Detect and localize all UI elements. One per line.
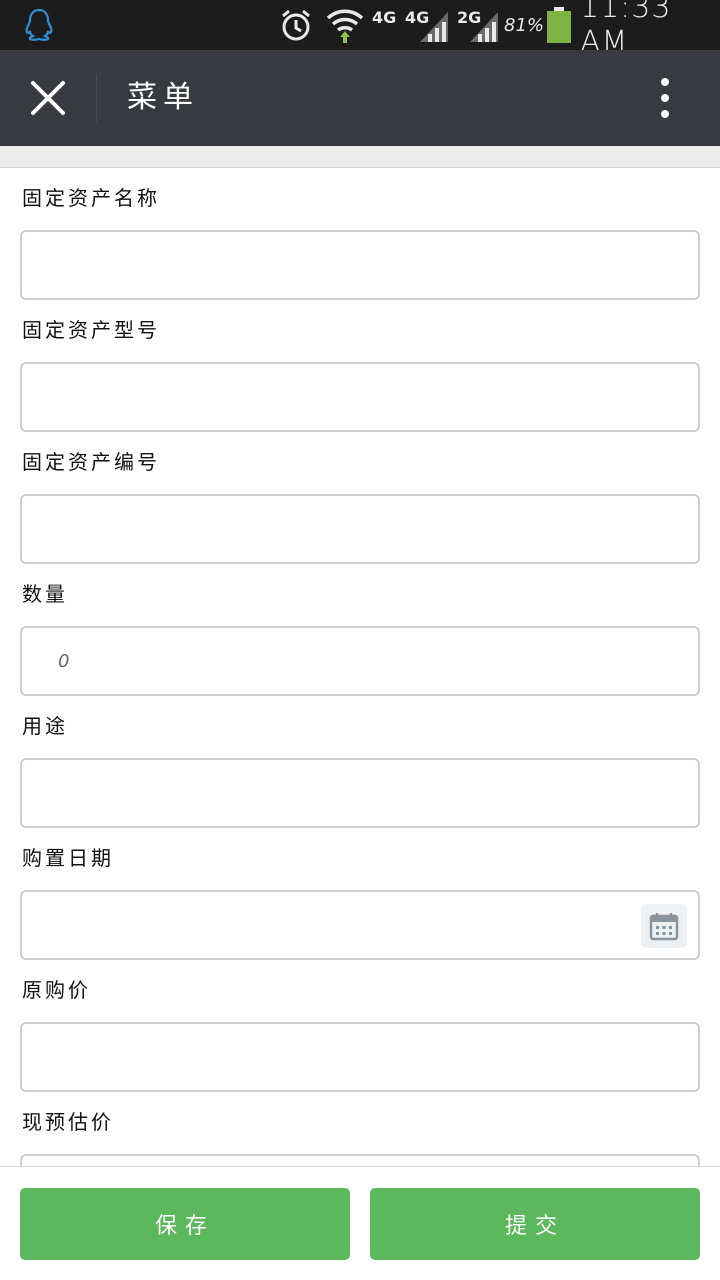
asset-model-input[interactable] bbox=[20, 362, 700, 432]
battery-percentage: 81% bbox=[504, 14, 545, 36]
field-label: 购置日期 bbox=[22, 846, 114, 870]
status-bar: 4G 4G 2G 81% 11:33 AM bbox=[0, 0, 720, 60]
status-clock: 11:33 AM bbox=[580, 0, 672, 60]
asset-form: 固定资产名称 固定资产型号 固定资产编号 数量 用途 购置日期 原购价 现预估价 bbox=[0, 168, 720, 1166]
field-label: 原购价 bbox=[22, 978, 91, 1002]
close-button[interactable] bbox=[22, 72, 74, 124]
close-icon bbox=[31, 81, 65, 115]
more-options-button[interactable] bbox=[640, 72, 690, 124]
field-label: 固定资产编号 bbox=[22, 450, 160, 474]
quantity-input[interactable] bbox=[20, 626, 700, 696]
field-label: 现预估价 bbox=[22, 1110, 114, 1134]
field-label: 固定资产型号 bbox=[22, 318, 160, 342]
purpose-input[interactable] bbox=[20, 758, 700, 828]
field-label: 数量 bbox=[22, 582, 68, 606]
alarm-icon bbox=[278, 0, 314, 50]
estimated-price-input[interactable] bbox=[20, 1154, 700, 1166]
original-price-input[interactable] bbox=[20, 1022, 700, 1092]
network-type-label: 4G bbox=[372, 7, 397, 27]
battery-icon bbox=[546, 0, 572, 50]
asset-number-input[interactable] bbox=[20, 494, 700, 564]
bottom-action-bar: 保存 提交 bbox=[0, 1166, 720, 1280]
qq-notification-icon bbox=[22, 0, 56, 50]
save-button[interactable]: 保存 bbox=[20, 1188, 350, 1260]
asset-name-input[interactable] bbox=[20, 230, 700, 300]
purchase-date-input[interactable] bbox=[20, 890, 700, 960]
signal-strength-icon bbox=[468, 0, 500, 50]
more-vertical-icon bbox=[661, 78, 669, 118]
calendar-icon bbox=[649, 913, 679, 941]
field-label: 用途 bbox=[22, 714, 68, 738]
page-title: 菜单 bbox=[127, 80, 199, 115]
header-divider-band bbox=[0, 146, 720, 168]
signal-strength-icon bbox=[418, 0, 450, 50]
field-label: 固定资产名称 bbox=[22, 186, 160, 210]
wifi-icon bbox=[325, 0, 365, 50]
title-divider bbox=[96, 74, 97, 122]
submit-button[interactable]: 提交 bbox=[370, 1188, 700, 1260]
title-bar: 菜单 bbox=[0, 50, 720, 146]
date-picker-button[interactable] bbox=[641, 904, 687, 948]
